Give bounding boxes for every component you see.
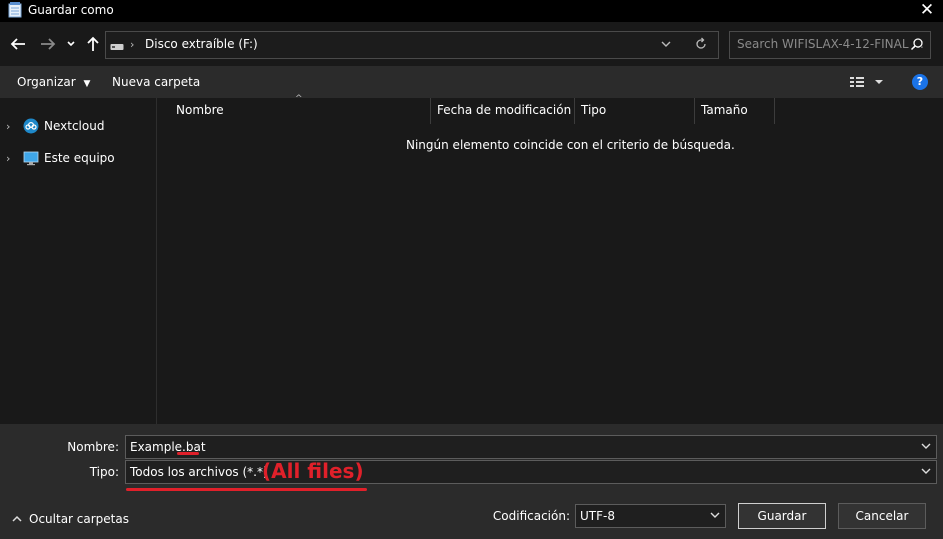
save-button[interactable]: Guardar — [738, 503, 826, 529]
chevron-up-icon[interactable] — [11, 513, 23, 525]
file-name-dropdown[interactable] — [920, 440, 934, 454]
file-name-field[interactable] — [125, 435, 937, 459]
address-text[interactable]: Disco extraíble (F:) — [145, 37, 258, 51]
underline-annotation — [126, 488, 367, 491]
encoding-value[interactable]: UTF-8 — [580, 509, 615, 523]
file-type-value[interactable]: Todos los archivos (*.*) — [130, 465, 268, 479]
title-bar — [0, 0, 943, 22]
file-type-dropdown[interactable] — [920, 465, 934, 479]
column-divider[interactable] — [574, 98, 575, 124]
sort-ascending-icon: ^ — [295, 94, 303, 104]
close-button[interactable]: ✕ — [917, 1, 937, 21]
chevron-down-icon: ▼ — [83, 79, 91, 89]
chevron-down-icon — [921, 443, 931, 449]
column-header-size[interactable]: Tamaño — [701, 103, 748, 117]
column-divider[interactable] — [430, 98, 431, 124]
chevron-down-icon — [921, 468, 931, 474]
window-title: Guardar como — [28, 3, 114, 17]
chevron-down-icon — [661, 41, 671, 47]
hide-folders-button[interactable]: Ocultar carpetas — [29, 512, 129, 526]
expand-icon[interactable]: › — [6, 120, 10, 133]
back-button[interactable] — [8, 35, 28, 55]
underline-annotation — [177, 452, 199, 455]
empty-message: Ningún elemento coincide con el criterio… — [406, 138, 735, 152]
cancel-button[interactable]: Cancelar — [838, 503, 926, 529]
column-header-date[interactable]: Fecha de modificación — [437, 103, 571, 117]
view-options-button[interactable] — [848, 74, 886, 90]
drive-icon — [110, 41, 124, 51]
arrow-up-icon — [87, 36, 99, 51]
encoding-label: Codificación: — [492, 509, 570, 523]
file-type-label: Tipo: — [89, 465, 119, 479]
column-divider[interactable] — [694, 98, 695, 124]
organize-button[interactable]: Organizar ▼ — [17, 75, 90, 89]
organize-label: Organizar — [17, 75, 76, 89]
breadcrumb-separator-icon: › — [130, 38, 135, 51]
sidebar-item-this-pc[interactable]: Este equipo — [44, 151, 115, 165]
search-icon[interactable] — [910, 37, 926, 53]
column-divider[interactable] — [774, 98, 775, 124]
new-folder-button[interactable]: Nueva carpeta — [112, 75, 200, 89]
refresh-icon — [696, 37, 706, 49]
chevron-down-icon — [710, 512, 720, 518]
nextcloud-icon — [23, 118, 39, 134]
search-input[interactable]: Search WIFISLAX-4-12-FINAL ... — [737, 37, 924, 51]
all-files-annotation: (All files) — [262, 459, 364, 483]
navigation-pane — [0, 98, 157, 424]
refresh-button[interactable] — [694, 37, 710, 53]
view-list-icon — [850, 77, 883, 87]
column-header-name[interactable]: Nombre — [176, 103, 224, 117]
forward-button[interactable] — [38, 35, 58, 55]
notepad-icon — [8, 2, 22, 18]
column-header-type[interactable]: Tipo — [581, 103, 606, 117]
file-name-label: Nombre: — [67, 440, 119, 454]
computer-icon — [23, 150, 39, 166]
chevron-down-icon — [67, 41, 75, 47]
sidebar-item-nextcloud[interactable]: Nextcloud — [44, 119, 104, 133]
arrow-left-icon — [10, 38, 25, 50]
expand-icon[interactable]: › — [6, 152, 10, 165]
recent-locations-button[interactable] — [64, 37, 78, 51]
arrow-right-icon — [41, 38, 56, 50]
help-icon[interactable]: ? — [912, 74, 928, 90]
address-dropdown-button[interactable] — [660, 38, 674, 52]
up-button[interactable] — [83, 35, 103, 55]
encoding-dropdown[interactable] — [709, 509, 723, 523]
